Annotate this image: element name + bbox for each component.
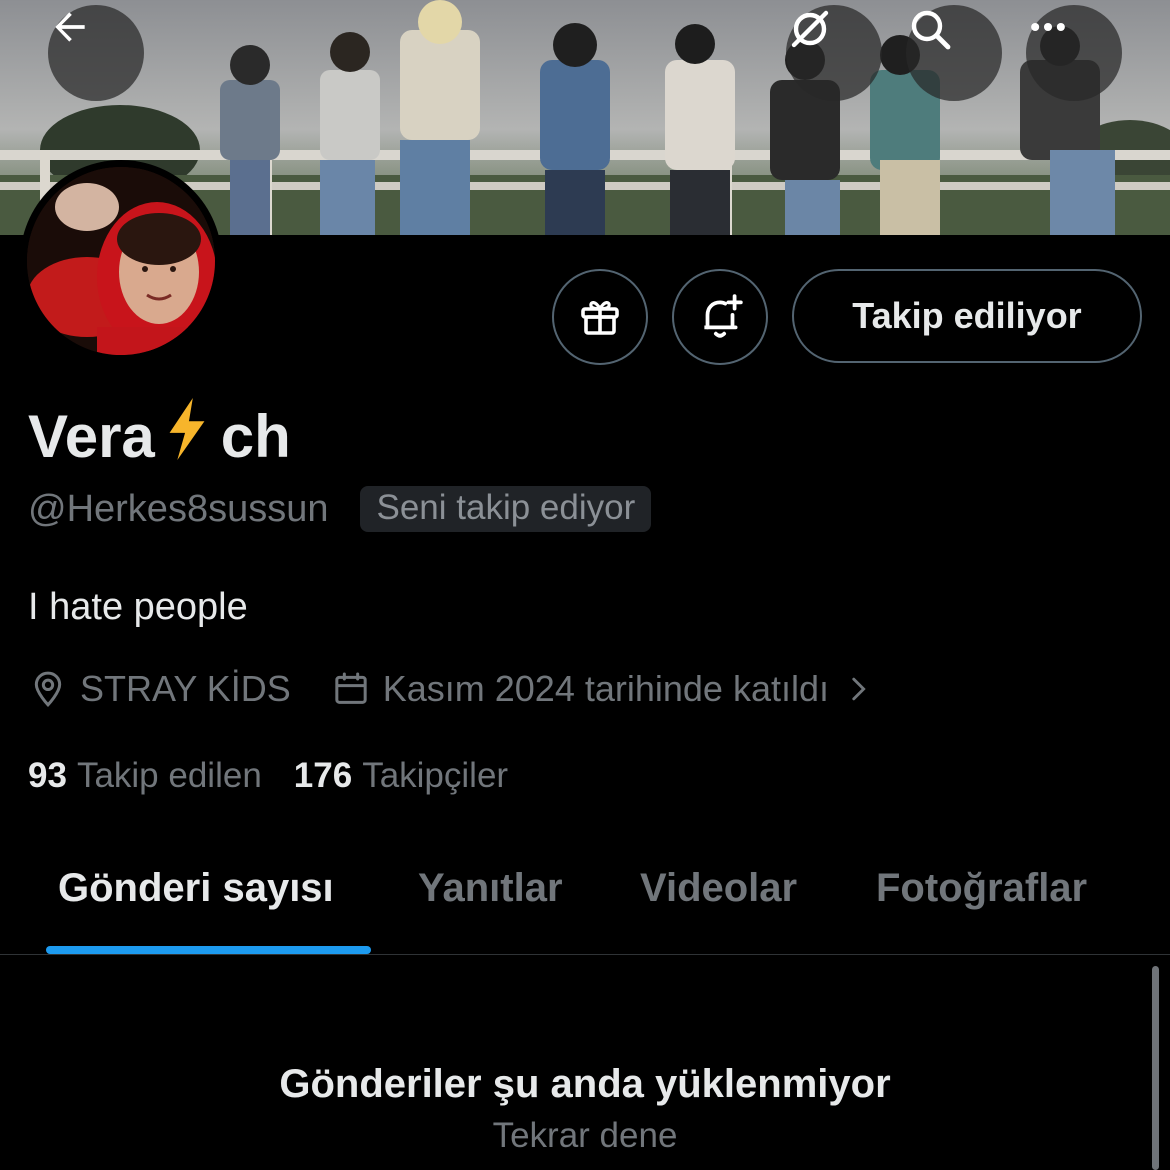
- profile-handle: @Herkes8sussun: [28, 487, 329, 530]
- profile-tabs: Gönderi sayısı Yanıtlar Videolar Fotoğra…: [0, 850, 1170, 955]
- gift-icon: [581, 301, 619, 335]
- location-pin-icon: [34, 671, 62, 708]
- tab-replies[interactable]: Yanıtlar: [418, 866, 563, 911]
- following-count[interactable]: 93: [28, 756, 67, 796]
- tab-videos[interactable]: Videolar: [640, 866, 797, 911]
- tab-photos[interactable]: Fotoğraflar: [876, 866, 1087, 911]
- calendar-icon: [335, 672, 367, 704]
- search-icon: [911, 10, 951, 50]
- following-button[interactable]: Takip ediliyor: [792, 269, 1142, 363]
- location-text: STRAY KİDS: [80, 668, 291, 709]
- retry-link[interactable]: Tekrar dene: [0, 1116, 1170, 1156]
- back-arrow-icon: [55, 12, 85, 42]
- avatar[interactable]: [20, 160, 222, 362]
- followers-label[interactable]: Takipçiler: [362, 756, 508, 796]
- profile-stats: 93 Takip edilen 176 Takipçiler: [28, 756, 540, 796]
- bell-plus-icon: [704, 294, 743, 338]
- tab-posts[interactable]: Gönderi sayısı: [58, 866, 334, 911]
- profile-name: Vera ch: [28, 398, 291, 474]
- notify-button[interactable]: [672, 269, 768, 365]
- handle-row: @Herkes8sussun Seni takip ediyor: [28, 486, 652, 532]
- grok-icon: [791, 10, 829, 48]
- lightning-emoji: [165, 398, 209, 474]
- back-button[interactable]: [48, 5, 144, 101]
- following-label[interactable]: Takip edilen: [77, 756, 262, 796]
- name-end: ch: [220, 402, 291, 470]
- more-icon: [1031, 22, 1065, 32]
- search-button[interactable]: [906, 5, 1002, 101]
- gift-button[interactable]: [552, 269, 648, 365]
- followers-count[interactable]: 176: [294, 756, 352, 796]
- grok-button[interactable]: [786, 5, 882, 101]
- chevron-right-icon: [852, 677, 866, 701]
- name-start: Vera: [28, 402, 155, 470]
- more-button[interactable]: [1026, 5, 1122, 101]
- active-tab-indicator: [46, 946, 371, 954]
- profile-bio: I hate people: [28, 586, 248, 628]
- profile-meta: STRAY KİDS Kasım 2024 tarihinde katıldı: [28, 668, 887, 710]
- joined-item[interactable]: Kasım 2024 tarihinde katıldı: [331, 668, 887, 710]
- follows-you-badge: Seni takip ediyor: [360, 486, 652, 532]
- avatar-image: [27, 167, 215, 355]
- location-item: STRAY KİDS: [28, 668, 291, 710]
- joined-text: Kasım 2024 tarihinde katıldı: [382, 668, 829, 709]
- empty-state-title: Gönderiler şu anda yüklenmiyor: [279, 1062, 891, 1106]
